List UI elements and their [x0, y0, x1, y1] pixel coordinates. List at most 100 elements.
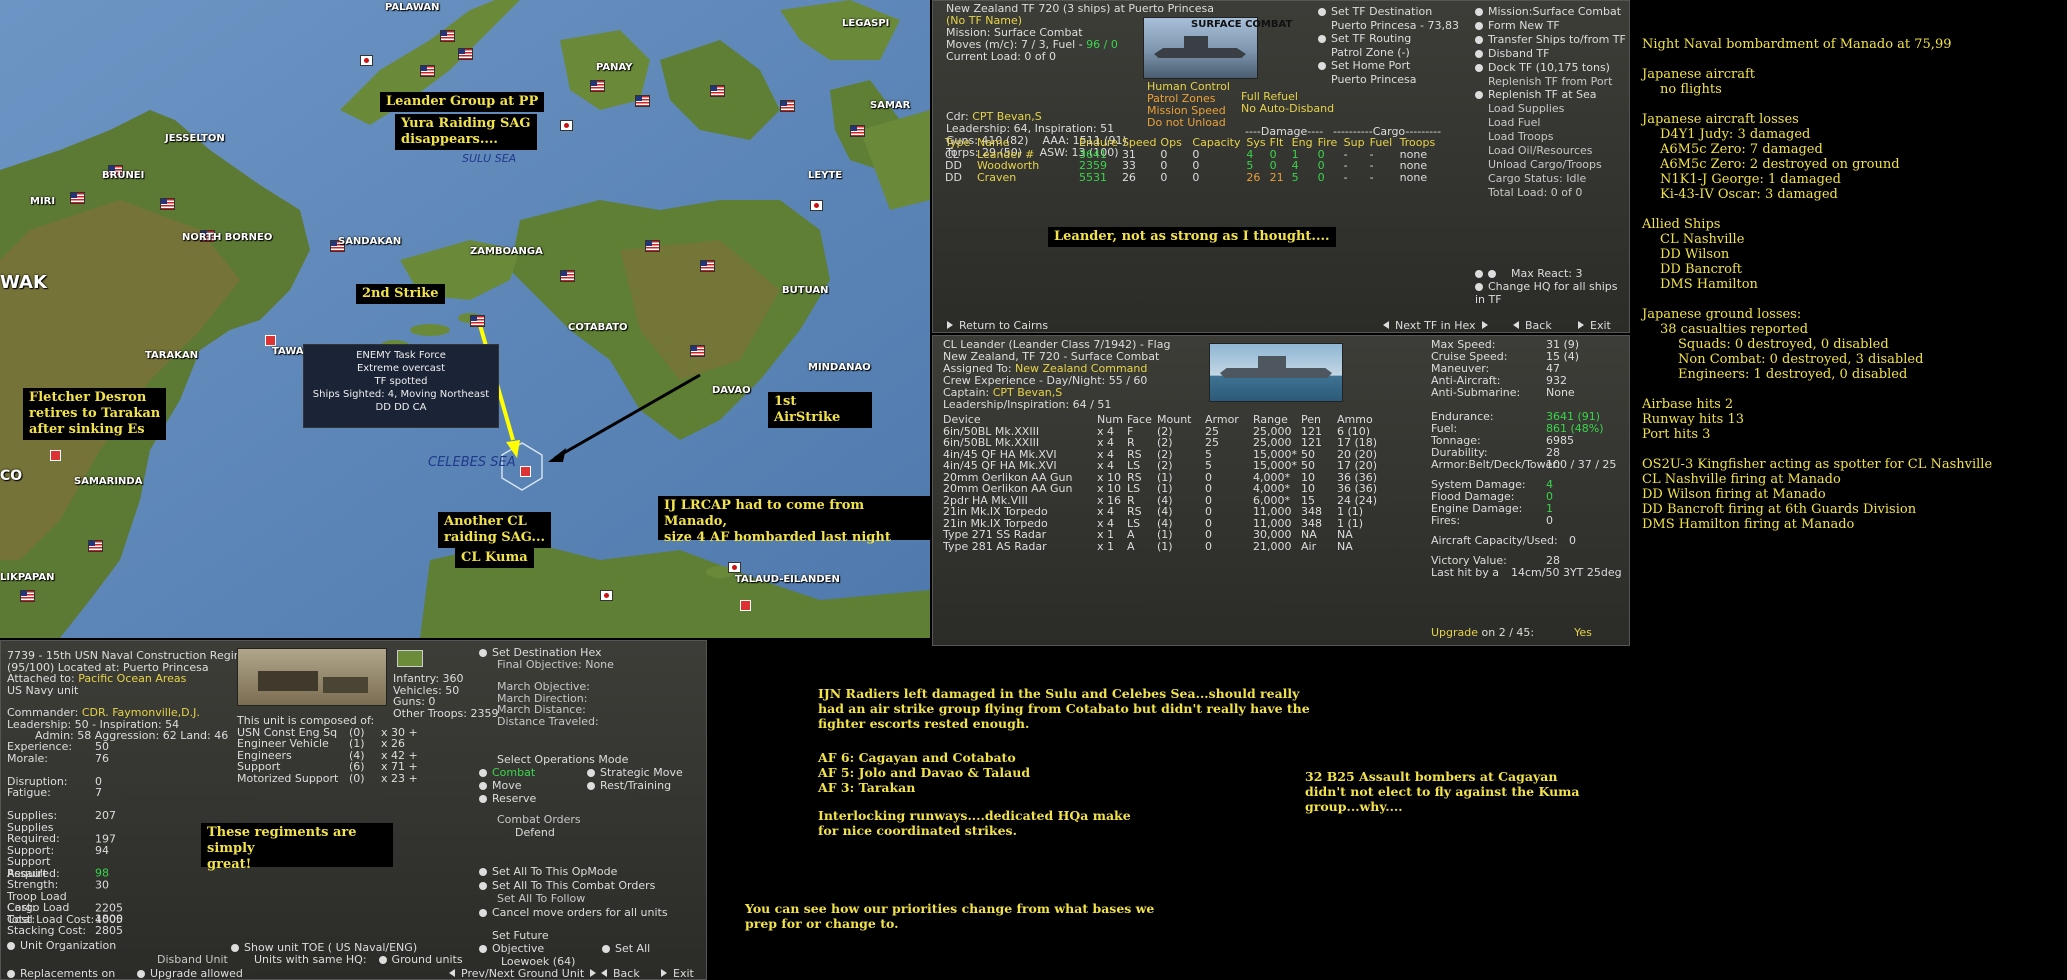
return-button[interactable]: Return to Cairns: [947, 319, 1048, 332]
device-table-header: Device Num Face Mount Armor Range Pen Am…: [943, 414, 1381, 426]
defend-button[interactable]: Defend: [479, 826, 683, 839]
device-cell: 0: [1205, 470, 1212, 484]
ops-move[interactable]: Move: [479, 779, 587, 792]
stat-label: Fatigue:: [7, 786, 51, 799]
attached-value[interactable]: Pacific Ocean Areas: [78, 672, 186, 685]
load-supplies-button[interactable]: Load Supplies: [1475, 102, 1626, 116]
cancel-move-orders[interactable]: Cancel move orders for all units: [479, 906, 668, 920]
stat-value: 207: [95, 809, 116, 822]
note-line: These regiments are simply: [207, 825, 357, 856]
load-oil-button[interactable]: Load Oil/Resources: [1475, 144, 1626, 158]
change-hq-button[interactable]: Change HQ for all ships in TF: [1475, 280, 1629, 306]
upgrade-row[interactable]: Upgrade on 2 / 45: Yes: [1431, 626, 1592, 639]
combat-report: Night Naval bombardment of Manado at 75,…: [1642, 37, 1992, 532]
unit-back-button[interactable]: Back: [601, 967, 640, 980]
device-row[interactable]: 21in Mk.IX Torpedo x 4 RS (4) 0 11,000 348 1 (1…: [943, 506, 1381, 518]
set-all-button[interactable]: Set All: [602, 942, 650, 955]
stat-value: 94: [95, 843, 109, 857]
map-view[interactable]: PALAWAN PANAY LEGASPI SAMAR JESSELTON BR…: [0, 0, 930, 638]
load-troops-button[interactable]: Load Troops: [1475, 130, 1626, 144]
same-hq-label: Units with same HQ:: [254, 953, 367, 966]
device-row[interactable]: 20mm Oerlikon AA Gun x 10 LS (1) 0 4,000* 10 36…: [943, 483, 1381, 495]
replenish-sea-button[interactable]: Replenish TF at Sea: [1475, 88, 1626, 102]
next-tf-button[interactable]: Next TF in Hex: [1383, 319, 1494, 332]
ops-strategic-move[interactable]: Strategic Move: [587, 766, 683, 779]
device-cell: 11,000: [1253, 505, 1292, 518]
ship-name[interactable]: Craven: [977, 171, 1079, 184]
device-row[interactable]: Type 281 AS Radar x 1 A (1) 0 21,000 Air NA: [943, 539, 1381, 553]
note-line: fighter escorts rested enough.: [818, 716, 1030, 731]
col-header: Range: [1253, 413, 1288, 426]
unload-cargo-button[interactable]: Unload Cargo/Troops: [1475, 158, 1626, 172]
set-tf-routing[interactable]: Set TF Routing: [1318, 32, 1459, 46]
ops-combat[interactable]: Combat: [479, 766, 587, 779]
report-line: no flights: [1660, 82, 1722, 97]
note-interlock: Interlocking runways....dedicated HQa ma…: [818, 808, 1131, 838]
note-line: You can see how our priorities change fr…: [745, 901, 1155, 916]
set-destination-button[interactable]: Set Destination Hex: [479, 647, 614, 659]
ship-name[interactable]: Woodworth: [977, 160, 1079, 172]
menu-label: Ground units: [391, 953, 463, 966]
ship-capacity: 0: [1192, 170, 1200, 184]
ops-reserve[interactable]: Reserve: [479, 792, 683, 805]
set-future-objective[interactable]: Set Future Objective: [479, 929, 602, 955]
exit-button[interactable]: Exit: [1578, 319, 1611, 332]
stat-label: Morale:: [7, 751, 49, 765]
form-new-tf-button[interactable]: Form New TF: [1475, 19, 1626, 33]
report-line: Japanese ground losses:: [1642, 307, 1802, 322]
menu-label: Dock TF (10,175 tons): [1488, 60, 1610, 74]
note-b25: 32 B25 Assault bombers at Cagayan didn't…: [1305, 769, 1580, 814]
composition-cell: (0): [349, 771, 365, 785]
increase-icon[interactable]: [1488, 270, 1496, 278]
ship-eng: 5: [1291, 170, 1299, 184]
ground-units-button[interactable]: Ground units: [378, 953, 463, 966]
ship-flt: 0: [1269, 159, 1277, 172]
arrow-icon: [661, 969, 667, 977]
do-not-unload-toggle[interactable]: Do not Unload: [1147, 117, 1230, 129]
bullet-icon: [587, 769, 595, 777]
back-button[interactable]: Back: [1513, 319, 1552, 332]
unit-org-button[interactable]: Unit Organization: [7, 939, 116, 952]
map-place-label: CO: [0, 468, 23, 484]
disband-tf-button[interactable]: Disband TF: [1475, 47, 1626, 61]
load-fuel-button[interactable]: Load Fuel: [1475, 116, 1626, 130]
set-all-opmode[interactable]: Set All To This OpMode: [479, 865, 668, 879]
set-home-port[interactable]: Set Home Port: [1318, 59, 1459, 73]
max-react-control[interactable]: Max React: 3: [1475, 267, 1629, 280]
set-all-follow[interactable]: Set All To Follow: [479, 892, 668, 906]
mission-button[interactable]: Mission:Surface Combat: [1475, 5, 1626, 19]
set-all-combat[interactable]: Set All To This Combat Orders: [479, 879, 668, 893]
device-row[interactable]: 6in/50BL Mk.XXIII x 4 R (2) 25 25,000 121 17 (1…: [943, 437, 1381, 449]
col-header: Speed: [1121, 136, 1157, 149]
ops-rest[interactable]: Rest/Training: [587, 779, 671, 792]
disband-button[interactable]: Disband Unit: [157, 953, 228, 966]
device-row[interactable]: Type 271 SS Radar x 1 A (1) 0 30,000 NA NA: [943, 529, 1381, 541]
decrease-icon[interactable]: [1475, 270, 1483, 278]
report-line: [1642, 97, 1992, 112]
bullet-icon: [1475, 35, 1483, 44]
set-tf-destination[interactable]: Set TF Destination: [1318, 5, 1459, 19]
upgrade-toggle[interactable]: Upgrade allowed: [137, 967, 243, 980]
device-cell: 0: [1205, 528, 1212, 541]
unit-stat-row: Morale: 76: [7, 751, 123, 765]
note-line: Another CL: [444, 514, 527, 529]
report-line: Japanese aircraft: [1642, 67, 1756, 82]
prev-next-unit[interactable]: Prev/Next Ground Unit: [449, 967, 602, 980]
device-row[interactable]: 4in/45 QF HA Mk.XVI x 4 LS (2) 5 15,000* 50 17 …: [943, 460, 1381, 472]
ship-row[interactable]: DD Woodworth 2359 33 0 0 5 0 4 0 - - non…: [945, 160, 1439, 172]
device-cell: RS: [1127, 505, 1142, 518]
replacements-toggle[interactable]: Replacements on: [7, 967, 115, 980]
transfer-ships-button[interactable]: Transfer Ships to/from TF: [1475, 33, 1626, 47]
no-auto-disband-toggle[interactable]: No Auto-Disband: [1241, 103, 1334, 115]
stat-label: Fires:: [1431, 514, 1461, 527]
bullet-icon: [7, 942, 15, 950]
replenish-port-button[interactable]: Replenish TF from Port: [1475, 75, 1626, 89]
device-cell: Air: [1301, 539, 1317, 553]
device-cell: 348: [1301, 505, 1322, 518]
unit-exit-button[interactable]: Exit: [661, 967, 694, 980]
dock-tf-button[interactable]: Dock TF (10,175 tons): [1475, 61, 1626, 75]
menu-label: Back: [613, 967, 640, 980]
device-cell: Type 271 SS Radar: [943, 528, 1047, 541]
ship-row[interactable]: DD Craven 5531 26 0 0 26 21 5 0 - - none: [945, 170, 1439, 184]
note-lrcap: IJ LRCAP had to come from Manado, size 4…: [658, 496, 930, 545]
